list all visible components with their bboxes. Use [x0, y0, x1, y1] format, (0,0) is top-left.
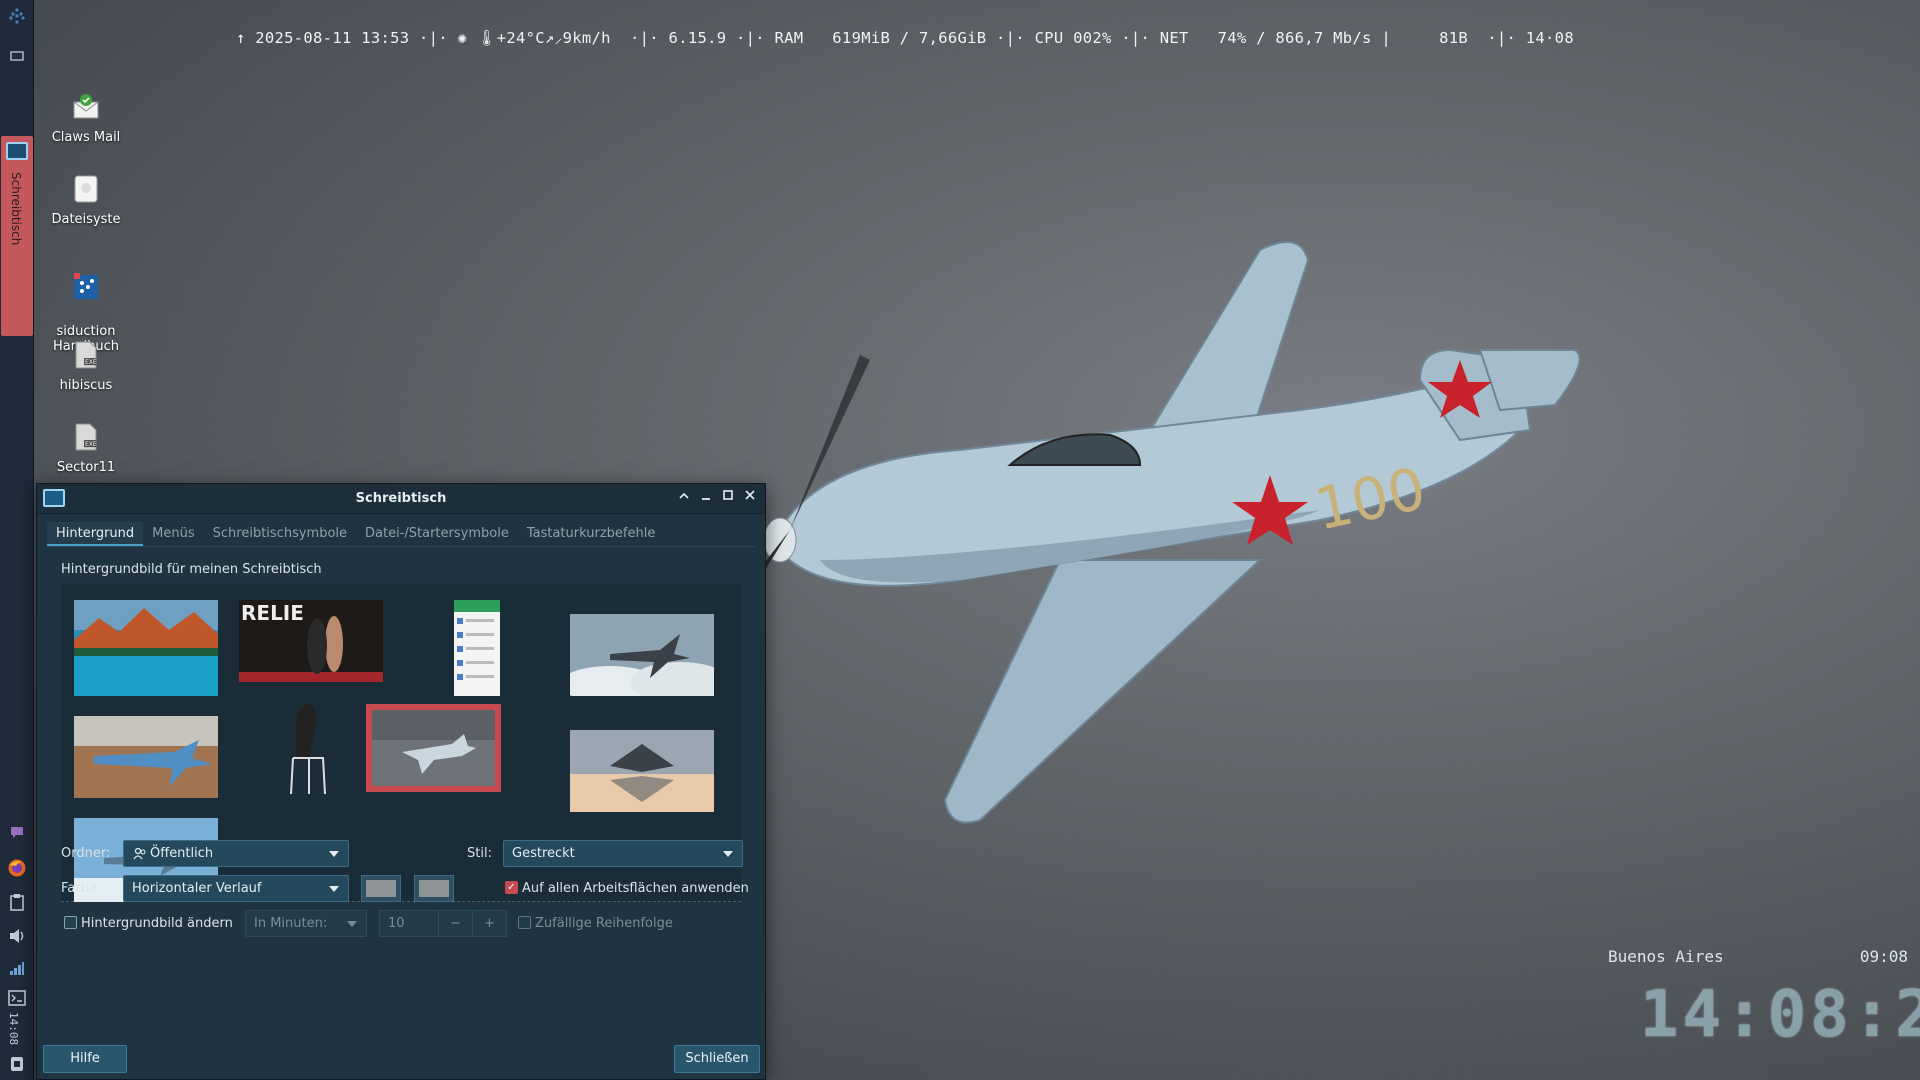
desktop-settings-dialog: Schreibtisch Hintergrund Menüs Schreibti… [36, 483, 766, 1080]
network-signal-icon[interactable] [5, 956, 29, 980]
dialog-titlebar[interactable]: Schreibtisch [37, 484, 765, 514]
color-swatch-start[interactable] [361, 875, 401, 902]
close-icon[interactable] [741, 489, 759, 507]
chevron-down-icon [347, 921, 357, 927]
dialog-title: Schreibtisch [355, 491, 447, 506]
wallpaper-thumb-jet-reflection[interactable] [570, 730, 714, 812]
show-desktop-icon[interactable] [5, 44, 29, 68]
script-icon: EXE [69, 420, 103, 454]
interval-unit-select[interactable]: In Minuten: [245, 910, 367, 937]
wallpaper-airplane: 100 [760, 241, 1581, 824]
firefox-icon[interactable] [5, 856, 29, 880]
farbe-value: Horizontaler Verlauf [132, 881, 262, 896]
users-icon [133, 847, 146, 860]
tab-datei-startersymbole[interactable]: Datei-/Startersymbole [356, 522, 518, 546]
world-clock-time: 09:08 [1859, 947, 1908, 966]
chat-icon[interactable] [5, 820, 29, 844]
wallpaper-thumb-lake[interactable] [74, 600, 218, 696]
tab-menus[interactable]: Menüs [143, 522, 203, 546]
tab-schreibtischsymbole[interactable]: Schreibtischsymbole [204, 522, 356, 546]
apply-all-label: Auf allen Arbeitsflächen anwenden [522, 881, 749, 896]
help-button[interactable]: Hilfe [43, 1045, 127, 1073]
terminal-icon[interactable] [5, 986, 29, 1010]
clipboard-manager-icon[interactable] [5, 1052, 29, 1076]
desktop-settings-icon [6, 142, 28, 160]
change-wallpaper-checkbox[interactable] [64, 916, 77, 929]
random-order-label: Zufällige Reihenfolge [535, 916, 673, 931]
change-wallpaper-label: Hintergrundbild ändern [81, 916, 233, 931]
taskbar-item-schreibtisch[interactable]: Schreibtisch [1, 136, 33, 336]
desktop-icon-dateisystem[interactable]: Dateisyste [36, 172, 136, 227]
clipboard-icon[interactable] [5, 890, 29, 914]
manual-icon [69, 269, 103, 303]
svg-text:RELIE: RELIE [241, 601, 304, 625]
stil-select[interactable]: Gestreckt [503, 840, 743, 867]
desktop-icon-sector11[interactable]: EXE Sector11 [36, 420, 136, 475]
minimize-icon[interactable] [697, 489, 715, 507]
wallpaper-thumb-jet-clouds[interactable] [570, 614, 714, 696]
ordner-label: Ordner: [61, 846, 111, 861]
desktop-icon-label: Sector11 [56, 460, 116, 475]
dialog-tabs: Hintergrund Menüs Schreibtischsymbole Da… [47, 522, 664, 546]
color-swatch-end[interactable] [414, 875, 454, 902]
chevron-down-icon [329, 851, 339, 857]
desktop-icon-label: Claws Mail [51, 130, 121, 145]
svg-text:EXE: EXE [85, 359, 97, 366]
farbe-label: Farbe: [61, 881, 102, 896]
ordner-value: Öffentlich [150, 846, 214, 861]
left-panel: Schreibtisch 14:08 [0, 0, 34, 1080]
desktop-icon-claws-mail[interactable]: Claws Mail [36, 90, 136, 145]
tab-divider [47, 546, 755, 547]
script-icon: EXE [69, 338, 103, 372]
wallpaper-thumb-jet-motion[interactable] [74, 716, 218, 798]
interval-spinbox[interactable]: 10 − + [379, 910, 507, 937]
tab-tastaturkurzbefehle[interactable]: Tastaturkurzbefehle [518, 522, 664, 546]
desktop-clock: 14:08:28 [1640, 978, 1920, 1052]
desktop-icon-label: hibiscus [59, 378, 113, 393]
farbe-select[interactable]: Horizontaler Verlauf [123, 875, 349, 902]
drive-icon [69, 172, 103, 206]
wallpaper-thumb-figure[interactable] [279, 698, 339, 798]
maximize-icon[interactable] [719, 489, 737, 507]
stil-label: Stil: [467, 846, 492, 861]
desktop-icon-label: Dateisyste [51, 212, 121, 227]
apply-all-checkbox[interactable]: ✓ [505, 881, 518, 894]
increment-icon[interactable]: + [472, 911, 506, 936]
wallpaper-thumb-selected-plane[interactable] [366, 704, 501, 792]
panel-clock: 14:08 [7, 1012, 20, 1046]
random-order-checkbox[interactable] [518, 916, 531, 929]
mail-icon [69, 90, 103, 124]
ordner-select[interactable]: Öffentlich [123, 840, 349, 867]
tab-hintergrund[interactable]: Hintergrund [47, 522, 144, 546]
wallpaper-thumb-phone[interactable] [454, 600, 500, 696]
world-clock-city: Buenos Aires [1608, 947, 1724, 966]
section-label: Hintergrundbild für meinen Schreibtisch [61, 562, 322, 577]
system-status-bar: ↑ 2025-08-11 13:53 ·|· ✺ 🌡+24°C↗⸝9km/h ·… [236, 29, 1574, 47]
shade-icon[interactable] [675, 489, 693, 507]
taskbar-item-label: Schreibtisch [9, 172, 23, 246]
chevron-down-icon [723, 851, 733, 857]
interval-value: 10 [388, 916, 405, 931]
volume-icon[interactable] [5, 924, 29, 948]
decrement-icon[interactable]: − [438, 911, 472, 936]
app-menu-icon[interactable] [5, 4, 29, 28]
svg-text:EXE: EXE [85, 441, 97, 448]
wallpaper-thumb-event[interactable]: RELIE [239, 600, 383, 682]
stil-value: Gestreckt [512, 846, 575, 861]
interval-unit-value: In Minuten: [254, 916, 328, 931]
desktop-icon-hibiscus[interactable]: EXE hibiscus [36, 338, 136, 393]
close-button[interactable]: Schließen [674, 1045, 760, 1073]
chevron-down-icon [329, 886, 339, 892]
